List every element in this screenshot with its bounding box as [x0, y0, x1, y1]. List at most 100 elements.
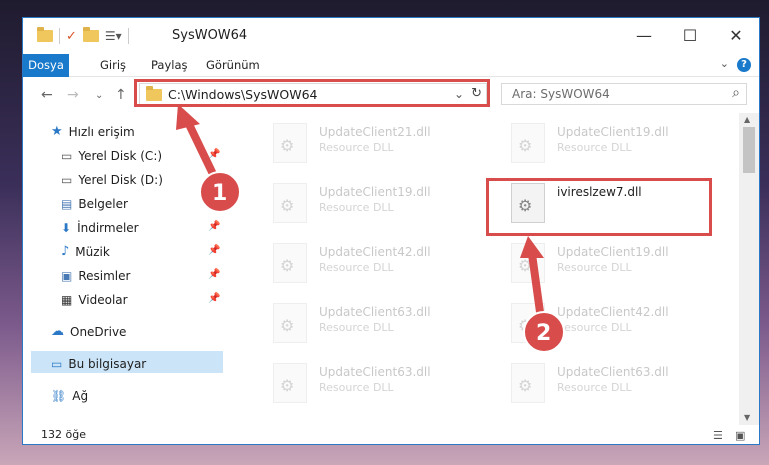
sidebar-item-disk-c[interactable]: ▭ Yerel Disk (C:): [61, 145, 162, 167]
folder-icon: [37, 27, 53, 42]
file-type: Resource DLL: [319, 381, 394, 394]
scrollbar-thumb[interactable]: [743, 127, 755, 173]
search-icon: ⌕: [732, 85, 740, 101]
new-folder-icon[interactable]: [82, 27, 99, 42]
sidebar-item-label: Resimler: [78, 269, 131, 283]
file-item[interactable]: UpdateClient63.dll Resource DLL: [511, 359, 731, 411]
tab-share[interactable]: Paylaş: [151, 54, 188, 76]
scroll-down-icon[interactable]: ▼: [744, 413, 750, 422]
network-icon: ⛓: [51, 389, 67, 403]
sidebar-item-downloads[interactable]: ⬇ İndirmeler: [61, 217, 139, 239]
details-view-icon[interactable]: ☰: [713, 429, 723, 442]
drive-icon: ▭: [61, 173, 73, 187]
address-highlight-box: [134, 79, 490, 107]
sidebar-item-this-pc[interactable]: ▭ Bu bilgisayar: [51, 353, 146, 375]
file-name: UpdateClient63.dll: [557, 365, 669, 379]
file-item[interactable]: UpdateClient19.dll Resource DLL: [273, 179, 493, 231]
dll-file-icon: [273, 303, 307, 343]
file-name: UpdateClient19.dll: [557, 245, 669, 259]
computer-icon: ▭: [51, 357, 63, 371]
video-icon: ▦: [61, 293, 73, 307]
dll-file-icon: [511, 303, 545, 343]
ribbon-tabs: Dosya Giriş Paylaş Görünüm ⌄ ?: [23, 54, 759, 106]
pictures-icon: ▣: [61, 269, 73, 283]
sidebar-item-pictures[interactable]: ▣ Resimler: [61, 265, 130, 287]
dll-file-icon: [511, 243, 545, 283]
file-item[interactable]: UpdateClient21.dll Resource DLL: [273, 119, 493, 171]
search-input[interactable]: Ara: SysWOW64: [512, 87, 610, 101]
pin-icon[interactable]: 📌: [208, 197, 220, 208]
pin-icon[interactable]: 📌: [208, 173, 220, 184]
pin-icon[interactable]: 📌: [208, 293, 220, 304]
recent-locations-icon[interactable]: ⌄: [95, 90, 103, 101]
file-item[interactable]: UpdateClient63.dll Resource DLL: [273, 299, 493, 351]
file-item[interactable]: UpdateClient42.dll Resource DLL: [273, 239, 493, 291]
file-type: Resource DLL: [557, 381, 632, 394]
vertical-scrollbar[interactable]: ▲ ▼: [739, 113, 759, 425]
sidebar-item-label: Bu bilgisayar: [68, 357, 147, 371]
status-bar: 132 öğe ☰ ▣: [23, 425, 759, 444]
cloud-icon: ☁: [51, 324, 64, 339]
file-name: UpdateClient42.dll: [319, 245, 431, 259]
sidebar-item-music[interactable]: ♪ Müzik: [61, 241, 110, 263]
maximize-button[interactable]: ☐: [667, 18, 713, 54]
title-bar: ✓ ☰▾ SysWOW64 — ☐ ✕: [23, 18, 759, 54]
download-icon: ⬇: [61, 221, 72, 235]
sidebar-item-network[interactable]: ⛓ Ağ: [51, 385, 88, 407]
sidebar-item-label: Hızlı erişim: [68, 125, 135, 139]
dll-file-icon: [273, 243, 307, 283]
file-item[interactable]: UpdateClient19.dll Resource DLL: [511, 119, 731, 171]
pin-icon[interactable]: 📌: [208, 149, 220, 160]
expand-ribbon-icon[interactable]: ⌄: [720, 57, 729, 70]
file-name: UpdateClient42.dll: [557, 305, 669, 319]
pin-icon[interactable]: 📌: [208, 221, 220, 232]
dll-file-icon: [511, 123, 545, 163]
file-list: UpdateClient21.dll Resource DLL UpdateCl…: [249, 113, 739, 425]
help-icon[interactable]: ?: [737, 58, 751, 72]
item-count: 132 öğe: [41, 428, 86, 441]
sidebar-item-label: OneDrive: [70, 325, 127, 339]
sidebar-item-onedrive[interactable]: ☁ OneDrive: [51, 321, 126, 343]
file-type: Resource DLL: [319, 321, 394, 334]
divider: [127, 28, 129, 44]
navigation-pane: ★ Hızlı erişim ▭ Yerel Disk (C:) 📌 ▭ Yer…: [23, 113, 223, 425]
file-name: UpdateClient63.dll: [319, 365, 431, 379]
pin-icon[interactable]: 📌: [208, 269, 220, 280]
dll-file-icon: [273, 363, 307, 403]
large-icons-view-icon[interactable]: ▣: [735, 429, 745, 442]
file-item[interactable]: UpdateClient19.dll Resource DLL: [511, 239, 731, 291]
file-highlight-box: [486, 178, 712, 236]
divider: [59, 28, 60, 44]
file-type: Resource DLL: [319, 201, 394, 214]
sidebar-item-quick-access[interactable]: ★ Hızlı erişim: [51, 121, 135, 143]
dll-file-icon: [273, 183, 307, 223]
star-icon: ★: [51, 124, 63, 139]
sidebar-item-disk-d[interactable]: ▭ Yerel Disk (D:): [61, 169, 163, 191]
tab-view[interactable]: Görünüm: [206, 54, 260, 76]
file-item[interactable]: UpdateClient42.dll Resource DLL: [511, 299, 731, 351]
file-type: Resource DLL: [557, 141, 632, 154]
sidebar-item-label: Yerel Disk (D:): [78, 173, 163, 187]
sidebar-item-videos[interactable]: ▦ Videolar: [61, 289, 128, 311]
pin-icon[interactable]: 📌: [208, 245, 220, 256]
search-box[interactable]: Ara: SysWOW64 ⌕: [501, 83, 747, 105]
forward-icon[interactable]: →: [67, 87, 79, 103]
file-name: UpdateClient63.dll: [319, 305, 431, 319]
close-button[interactable]: ✕: [713, 18, 759, 54]
window-title: SysWOW64: [172, 28, 248, 43]
scroll-up-icon[interactable]: ▲: [744, 115, 750, 124]
customize-toolbar-icon[interactable]: ☰▾: [105, 29, 122, 43]
sidebar-item-label: Videolar: [78, 293, 128, 307]
file-type: Resource DLL: [557, 261, 632, 274]
sidebar-item-documents[interactable]: ▤ Belgeler: [61, 193, 128, 215]
file-type: Resource DLL: [319, 261, 394, 274]
minimize-button[interactable]: —: [621, 18, 667, 54]
quick-access-toolbar: ✓ ☰▾: [37, 27, 129, 44]
properties-icon[interactable]: ✓: [66, 29, 77, 44]
tab-home[interactable]: Giriş: [100, 54, 126, 76]
sidebar-item-label: Belgeler: [78, 197, 128, 211]
file-item[interactable]: UpdateClient63.dll Resource DLL: [273, 359, 493, 411]
sidebar-item-label: Müzik: [75, 245, 110, 259]
back-icon[interactable]: ←: [41, 87, 53, 103]
up-icon[interactable]: ↑: [115, 87, 127, 103]
